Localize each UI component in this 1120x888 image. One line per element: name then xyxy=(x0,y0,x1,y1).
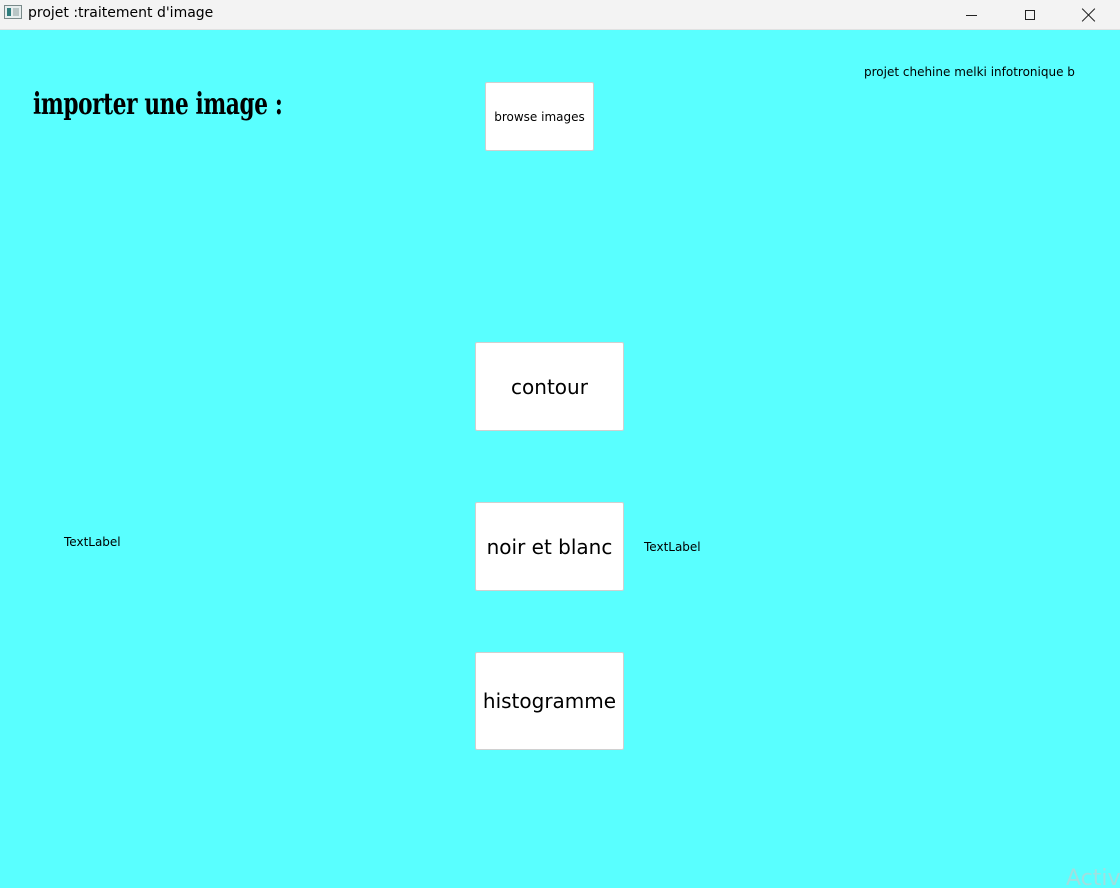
project-credit-label: projet chehine melki infotronique b xyxy=(864,65,1075,79)
maximize-button[interactable] xyxy=(1007,0,1053,30)
main-content: importer une image : projet chehine melk… xyxy=(0,30,1120,888)
title-bar[interactable]: projet :traitement d'image xyxy=(0,0,1120,30)
text-label-left: TextLabel xyxy=(64,535,121,549)
histogramme-button[interactable]: histogramme xyxy=(475,652,624,750)
minimize-button[interactable] xyxy=(948,0,994,30)
text-label-right: TextLabel xyxy=(644,540,701,554)
contour-button[interactable]: contour xyxy=(475,342,624,431)
maximize-icon xyxy=(1025,10,1035,20)
app-icon xyxy=(4,5,22,19)
minimize-icon xyxy=(965,14,977,16)
close-icon xyxy=(1082,8,1096,22)
app-window: projet :traitement d'image importer une … xyxy=(0,0,1120,888)
window-title: projet :traitement d'image xyxy=(28,5,214,21)
noir-et-blanc-button[interactable]: noir et blanc xyxy=(475,502,624,591)
close-button[interactable] xyxy=(1066,0,1112,30)
import-image-label: importer une image : xyxy=(33,87,283,122)
activation-watermark: Activ xyxy=(1066,866,1120,888)
browse-images-button[interactable]: browse images xyxy=(485,82,594,151)
